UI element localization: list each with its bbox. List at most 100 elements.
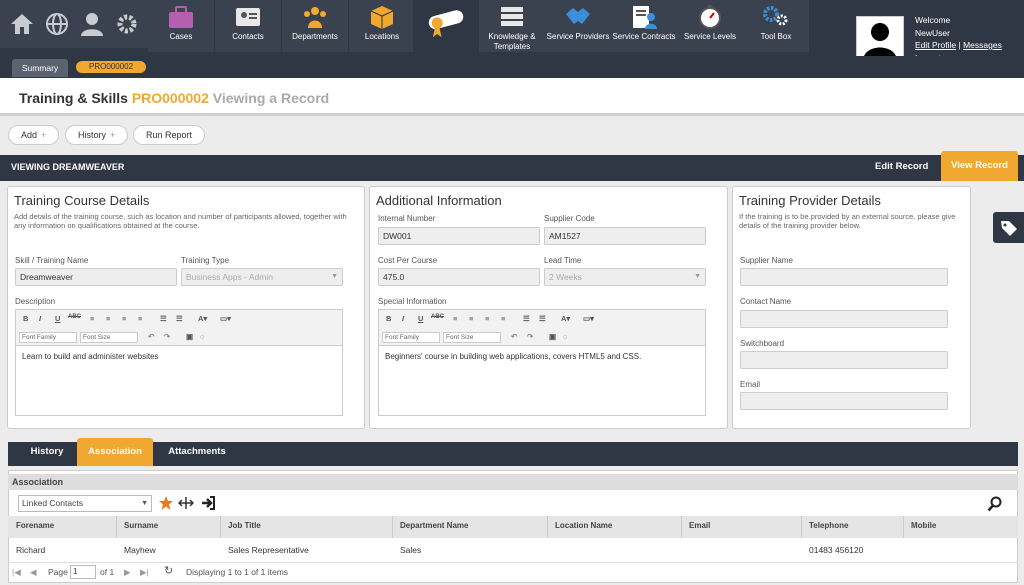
first-page-icon[interactable]: |◀ [12,567,21,578]
bullet-list-icon[interactable]: ☰ [523,314,530,323]
font-size-select[interactable]: Font Size [80,332,138,343]
add-button[interactable]: Add + [8,125,60,145]
special-info-editor[interactable]: B I U ABC ≡ ≡ ≡ ≡ ☰ ☰ A▾ ▭▾ Font Family … [378,309,706,416]
bullet-list-icon[interactable]: ☰ [160,314,167,323]
font-family-select[interactable]: Font Family [382,332,440,343]
history-button[interactable]: History + [65,125,129,145]
cell-telephone: 01483 456120 [809,545,864,555]
sign-in-icon[interactable] [200,495,216,511]
column-forename[interactable]: Forename [16,521,54,530]
column-job-title[interactable]: Job Title [228,521,261,530]
nav-training[interactable] [413,0,479,52]
cost-field[interactable]: 475.0 [378,268,540,286]
run-report-button[interactable]: Run Report [133,125,206,145]
highlight-icon[interactable]: ▭▾ [220,314,231,323]
bold-icon[interactable]: B [386,314,391,323]
training-type-select[interactable]: Business Apps - Admin ▼ [181,268,343,286]
nav-service-levels[interactable]: Service Levels [677,0,743,52]
nav-departments[interactable]: Departments [282,0,348,52]
description-editor[interactable]: B I U ABC ≡ ≡ ≡ ≡ ☰ ☰ A▾ ▭▾ Font Family … [15,309,343,416]
user-icon[interactable] [77,9,107,39]
nav-knowledge[interactable]: Knowledge & Templates [479,0,545,52]
gear-icon[interactable] [112,9,142,39]
font-family-select[interactable]: Font Family [19,332,77,343]
nav-cases[interactable]: Cases [148,0,214,52]
paste-icon[interactable]: ▣ [549,332,556,341]
tag-button[interactable] [993,212,1024,243]
record-code-tab[interactable]: PRO000002 [76,61,146,73]
undo-icon[interactable]: ↶ [511,332,517,341]
align-center-icon[interactable]: ≡ [106,314,110,323]
text-color-icon[interactable]: A▾ [198,314,207,323]
highlight-icon[interactable]: ▭▾ [583,314,594,323]
supplier-code-field[interactable]: AM1527 [544,227,706,245]
redo-icon[interactable]: ↷ [164,332,170,341]
lead-time-select[interactable]: 2 Weeks ▼ [544,268,706,286]
column-location-name[interactable]: Location Name [555,521,612,530]
redo-icon[interactable]: ↷ [527,332,533,341]
linked-type-select[interactable]: Linked Contacts ▼ [18,495,152,512]
edit-record-tab[interactable]: Edit Record [875,161,928,172]
align-right-icon[interactable]: ≡ [485,314,489,323]
italic-icon[interactable]: I [402,314,404,323]
underline-icon[interactable]: U [418,314,423,323]
nav-service-providers[interactable]: Service Providers [545,0,611,52]
tab-association[interactable]: Association [77,438,153,466]
chevron-down-icon: ▼ [694,273,701,280]
messages-link[interactable]: Messages [963,40,1002,50]
briefcase-icon [169,6,193,28]
justify-icon[interactable]: ≡ [501,314,505,323]
next-page-icon[interactable]: ▶ [124,567,131,578]
column-telephone[interactable]: Telephone [809,521,848,530]
undo-icon[interactable]: ↶ [148,332,154,341]
email-field[interactable] [740,392,948,410]
link-icon[interactable]: ◌ [200,332,204,341]
strike-icon[interactable]: ABC [431,314,444,320]
skill-name-label: Skill / Training Name [15,256,89,265]
internal-number-field[interactable]: DW001 [378,227,540,245]
page-number-input[interactable]: 1 [70,565,96,579]
italic-icon[interactable]: I [39,314,41,323]
numbered-list-icon[interactable]: ☰ [176,314,183,323]
column-mobile[interactable]: Mobile [911,521,936,530]
skill-name-field[interactable]: Dreamweaver [15,268,177,286]
font-size-select[interactable]: Font Size [443,332,501,343]
home-icon[interactable] [7,9,37,39]
contact-name-field[interactable] [740,310,948,328]
edit-profile-link[interactable]: Edit Profile [915,40,956,50]
search-icon[interactable] [987,496,1003,512]
justify-icon[interactable]: ≡ [138,314,142,323]
nav-service-contracts[interactable]: Service Contracts [611,0,677,52]
tab-history[interactable]: History [20,442,74,466]
align-left-icon[interactable]: ≡ [453,314,457,323]
numbered-list-icon[interactable]: ☰ [539,314,546,323]
link-unlink-icon[interactable] [178,496,194,510]
align-left-icon[interactable]: ≡ [90,314,94,323]
tab-attachments[interactable]: Attachments [160,442,234,466]
prev-page-icon[interactable]: ◀ [30,567,37,578]
column-surname[interactable]: Surname [124,521,158,530]
nav-tool-box[interactable]: Tool Box [743,0,809,52]
globe-icon[interactable] [42,9,72,39]
column-email[interactable]: Email [689,521,710,530]
nav-locations[interactable]: Locations [349,0,415,52]
view-record-tab[interactable]: View Record [941,151,1018,181]
paste-icon[interactable]: ▣ [186,332,193,341]
align-center-icon[interactable]: ≡ [469,314,473,323]
strike-icon[interactable]: ABC [68,314,81,320]
switchboard-field[interactable] [740,351,948,369]
align-right-icon[interactable]: ≡ [122,314,126,323]
underline-icon[interactable]: U [55,314,60,323]
supplier-name-field[interactable] [740,268,948,286]
column-department-name[interactable]: Department Name [400,521,468,530]
refresh-icon[interactable]: ↻ [164,564,173,577]
nav-contacts[interactable]: Contacts [215,0,281,52]
link-icon[interactable]: ◌ [563,332,567,341]
tab-summary[interactable]: Summary [12,59,68,77]
editor-toolbar: B I U ABC ≡ ≡ ≡ ≡ ☰ ☰ A▾ ▭▾ Font Family … [379,310,705,346]
bold-icon[interactable]: B [23,314,28,323]
box-icon [370,6,394,29]
text-color-icon[interactable]: A▾ [561,314,570,323]
last-page-icon[interactable]: ▶| [140,567,149,578]
star-icon[interactable] [158,495,174,511]
